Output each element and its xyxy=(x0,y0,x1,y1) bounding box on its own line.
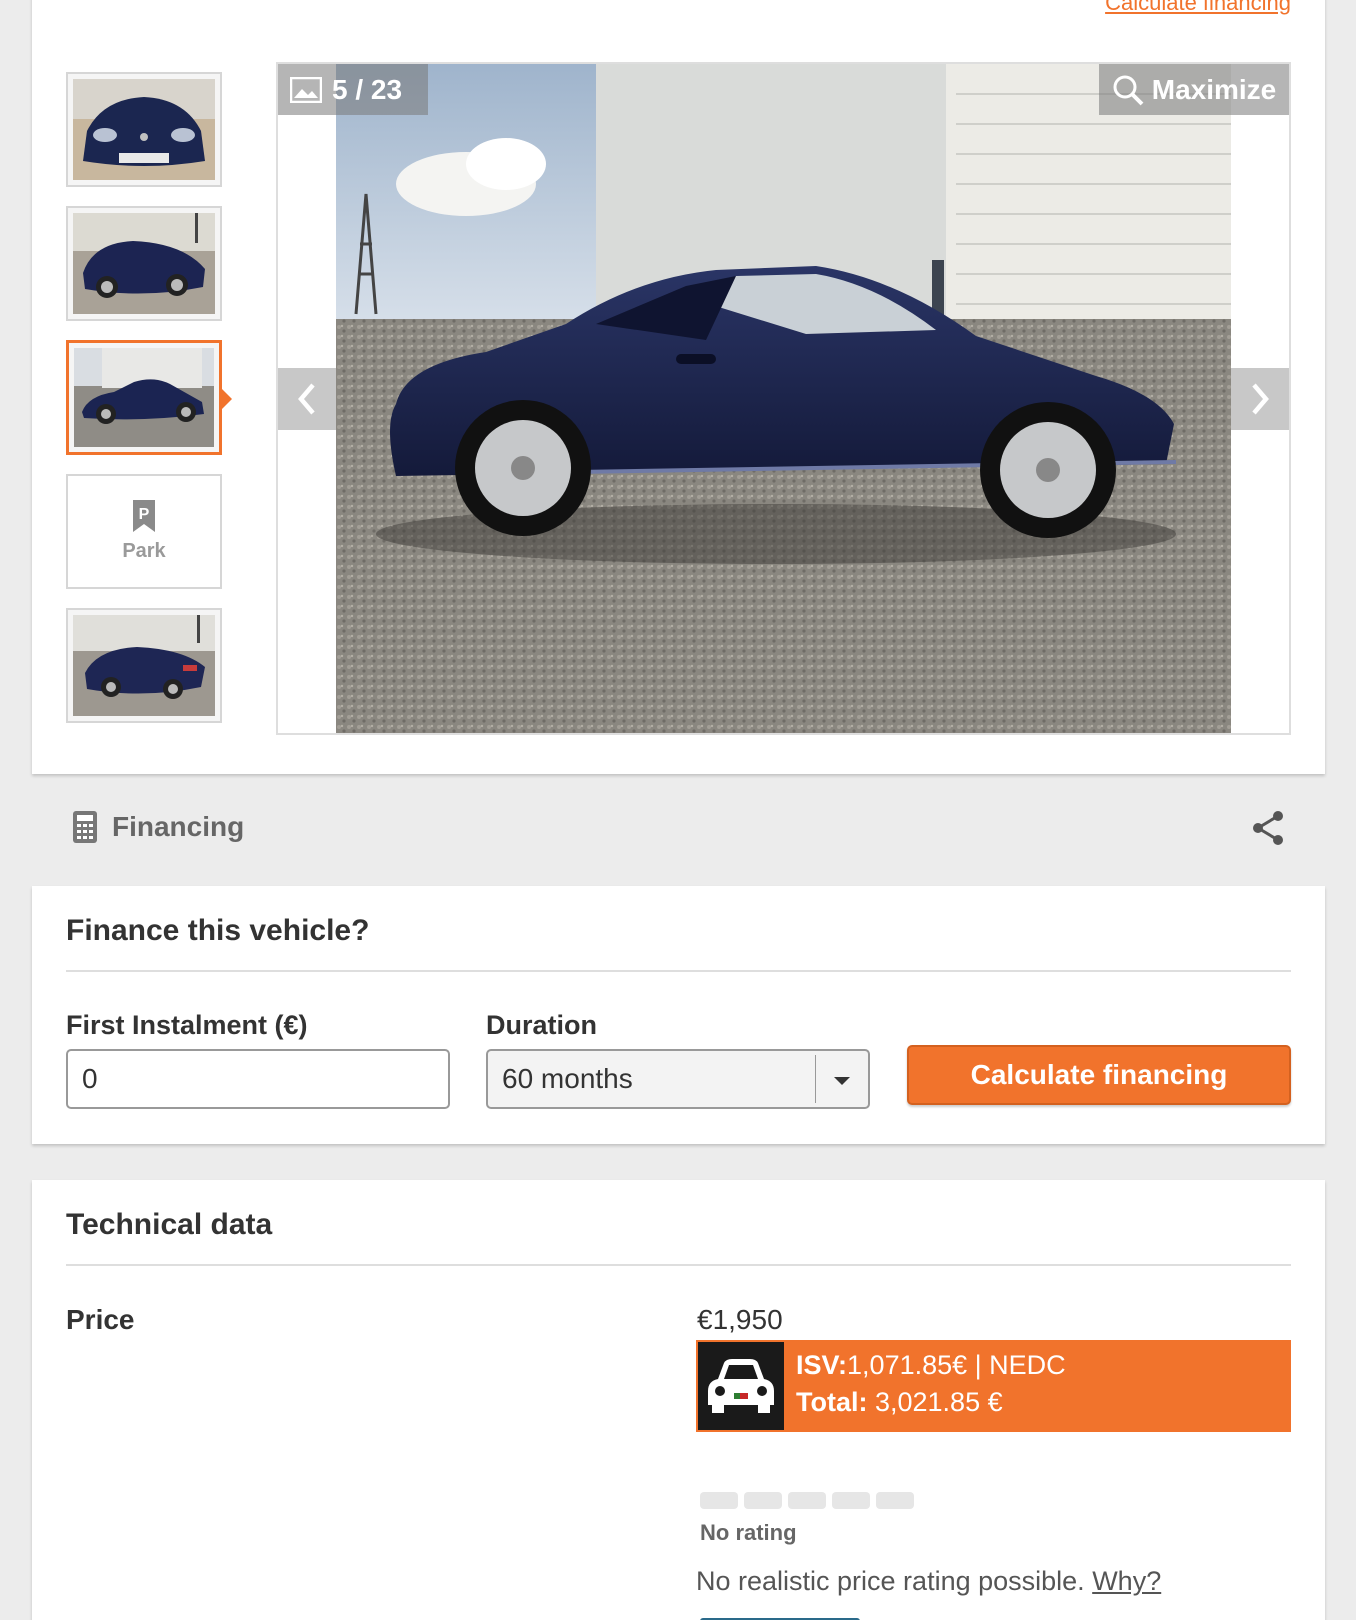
calculate-financing-link[interactable]: Calculate financing xyxy=(1105,0,1291,16)
image-counter: 5 / 23 xyxy=(278,64,428,115)
first-instalment-label: First Instalment (€) xyxy=(66,1010,308,1040)
finance-divider xyxy=(66,970,1291,972)
rating-bar xyxy=(744,1492,782,1509)
magnifier-icon xyxy=(1113,75,1144,105)
isv-label: ISV: xyxy=(796,1350,848,1380)
next-image-button[interactable] xyxy=(1231,368,1289,430)
why-link[interactable]: Why? xyxy=(1092,1566,1161,1596)
share-button[interactable] xyxy=(1250,810,1286,851)
finance-title: Finance this vehicle? xyxy=(66,914,370,947)
rating-bar xyxy=(700,1492,738,1509)
duration-select[interactable]: 60 months xyxy=(486,1049,870,1109)
calculate-financing-button[interactable]: Calculate financing xyxy=(907,1045,1291,1105)
thumbnail-list: P Park xyxy=(66,72,232,742)
rating-bar xyxy=(832,1492,870,1509)
thumbnail-1[interactable] xyxy=(66,72,222,187)
previous-image-button[interactable] xyxy=(278,368,336,430)
financing-tab[interactable]: Financing xyxy=(72,810,244,844)
thumbnail-2[interactable] xyxy=(66,206,222,321)
first-instalment-input[interactable]: 0 xyxy=(66,1049,450,1109)
isv-value: 1,071.85€ | NEDC xyxy=(847,1350,1066,1380)
car-icon xyxy=(698,1342,784,1430)
image-icon xyxy=(290,76,322,103)
park-label: Park xyxy=(122,540,166,562)
duration-value: 60 months xyxy=(502,1063,633,1094)
technical-data-card: Technical data Price €1,950 ISV:1,071.85… xyxy=(32,1180,1325,1620)
gallery-card: Calculate financing P Park 5 / 23 Maximi… xyxy=(32,0,1325,774)
total-value: 3,021.85 € xyxy=(867,1387,1003,1417)
rating-bar xyxy=(788,1492,826,1509)
finance-card: Finance this vehicle? First Instalment (… xyxy=(32,886,1325,1144)
park-button[interactable]: P Park xyxy=(66,474,222,589)
isv-line: ISV:1,071.85€ | NEDC xyxy=(796,1350,1066,1381)
share-icon xyxy=(1253,811,1283,845)
thumbnail-3-active[interactable] xyxy=(66,340,232,455)
chevron-down-icon xyxy=(834,1077,850,1085)
car-photo xyxy=(336,64,1231,733)
maximize-button[interactable]: Maximize xyxy=(1099,64,1289,115)
price-rating-bars xyxy=(700,1492,914,1509)
technical-divider xyxy=(66,1264,1291,1266)
total-line: Total: 3,021.85 € xyxy=(796,1387,1003,1418)
rating-bar xyxy=(876,1492,914,1509)
image-counter-text: 5 / 23 xyxy=(332,73,403,105)
rating-note: No realistic price rating possible. Why? xyxy=(696,1566,1161,1597)
total-label: Total: xyxy=(796,1387,868,1417)
duration-label: Duration xyxy=(486,1010,597,1040)
select-separator xyxy=(815,1055,816,1103)
thumbnail-5[interactable] xyxy=(66,608,222,723)
no-rating-label: No rating xyxy=(700,1520,797,1545)
chevron-right-icon xyxy=(1252,383,1269,415)
svg-text:P: P xyxy=(139,506,150,523)
maximize-label: Maximize xyxy=(1151,73,1277,105)
financing-label: Financing xyxy=(112,811,245,842)
park-icon: P xyxy=(133,500,155,532)
isv-tax-box[interactable]: ISV:1,071.85€ | NEDC Total: 3,021.85 € xyxy=(696,1340,1291,1432)
price-label: Price xyxy=(66,1304,135,1335)
technical-title: Technical data xyxy=(66,1208,273,1241)
calculator-icon xyxy=(73,811,97,843)
price-value: €1,950 xyxy=(697,1304,783,1335)
chevron-left-icon xyxy=(298,383,315,415)
rating-note-text: No realistic price rating possible. xyxy=(696,1566,1085,1596)
image-viewer[interactable]: 5 / 23 Maximize xyxy=(276,62,1291,735)
